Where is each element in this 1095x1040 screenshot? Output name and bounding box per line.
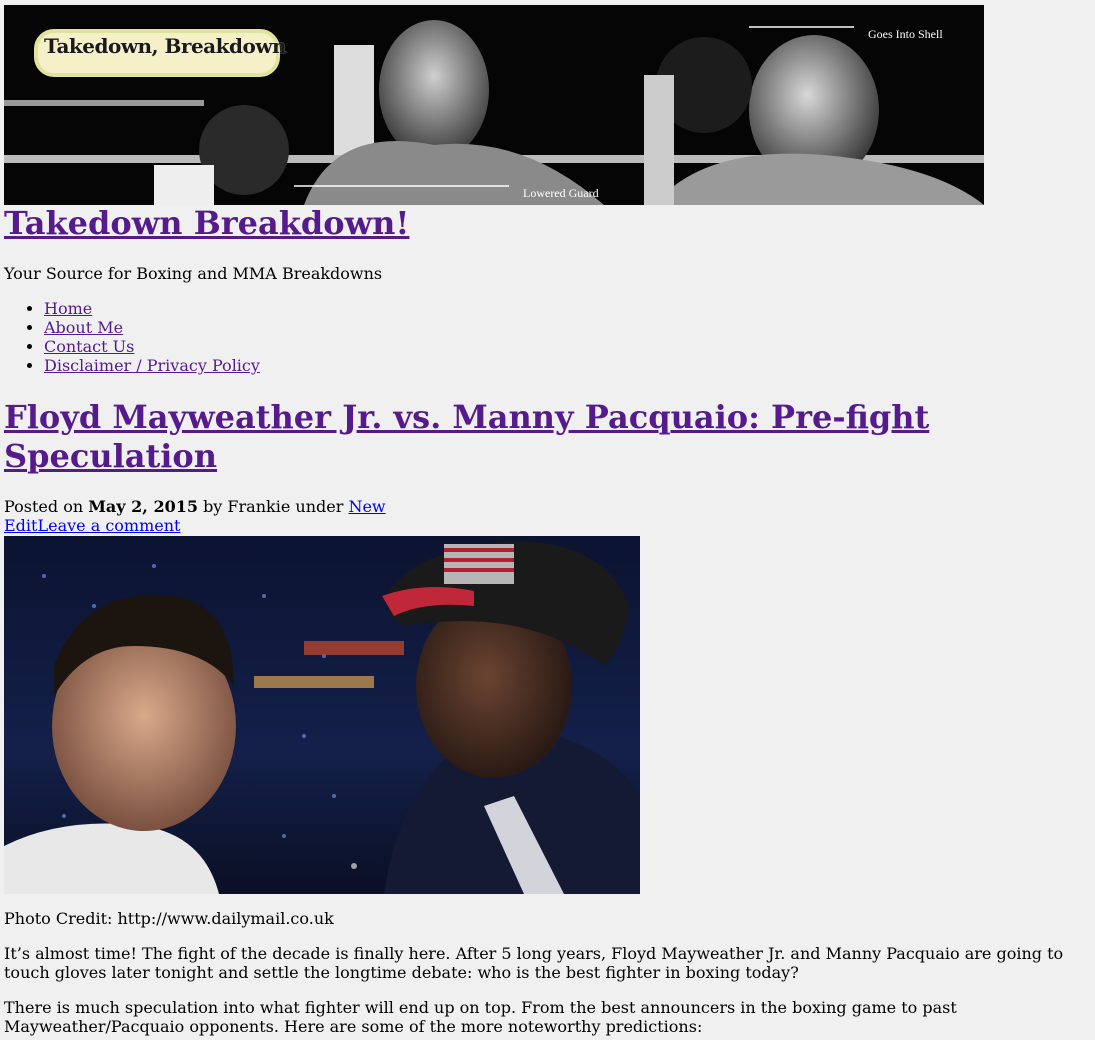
- site-tagline: Your Source for Boxing and MMA Breakdown…: [4, 264, 383, 283]
- site-title: Takedown Breakdown!: [4, 203, 409, 243]
- nav-item-home: Home: [44, 299, 260, 318]
- post-date: May 2, 2015: [88, 497, 198, 516]
- header-banner: Takedown, Breakdown Goes Into Shell Lowe…: [4, 5, 984, 205]
- category-link[interactable]: New: [348, 497, 385, 516]
- main-nav: Home About Me Contact Us Disclaimer / Pr…: [0, 299, 260, 375]
- nav-link-disclaimer[interactable]: Disclaimer / Privacy Policy: [44, 356, 260, 375]
- post-paragraph-2: There is much speculation into what figh…: [4, 998, 957, 1036]
- banner-caption-top: Goes Into Shell: [868, 27, 943, 41]
- post-author: by Frankie under: [203, 497, 344, 516]
- post-meta: Posted on May 2, 2015 by Frankie under N…: [4, 497, 386, 516]
- banner-caption-bottom: Lowered Guard: [523, 186, 599, 200]
- site-title-link[interactable]: Takedown Breakdown!: [4, 204, 409, 242]
- nav-item-contact: Contact Us: [44, 337, 260, 356]
- edit-link[interactable]: Edit: [4, 516, 37, 535]
- fighters-faceoff-image: [4, 536, 640, 894]
- post-title-link[interactable]: Floyd Mayweather Jr. vs. Manny Pacquaio:…: [4, 398, 929, 475]
- nav-item-about: About Me: [44, 318, 260, 337]
- posted-on-label: Posted on: [4, 497, 84, 516]
- nav-link-about[interactable]: About Me: [44, 318, 123, 337]
- post-photo: [4, 536, 640, 894]
- post-actions: EditLeave a comment: [4, 516, 180, 535]
- nav-item-disclaimer: Disclaimer / Privacy Policy: [44, 356, 260, 375]
- nav-link-contact[interactable]: Contact Us: [44, 337, 134, 356]
- post-paragraph-1: It’s almost time! The fight of the decad…: [4, 944, 1064, 982]
- banner-logo: Takedown, Breakdown: [44, 34, 287, 58]
- post-title: Floyd Mayweather Jr. vs. Manny Pacquaio:…: [4, 398, 1004, 476]
- nav-link-home[interactable]: Home: [44, 299, 92, 318]
- photo-credit: Photo Credit: http://www.dailymail.co.uk: [4, 909, 334, 928]
- leave-comment-link[interactable]: Leave a comment: [37, 516, 180, 535]
